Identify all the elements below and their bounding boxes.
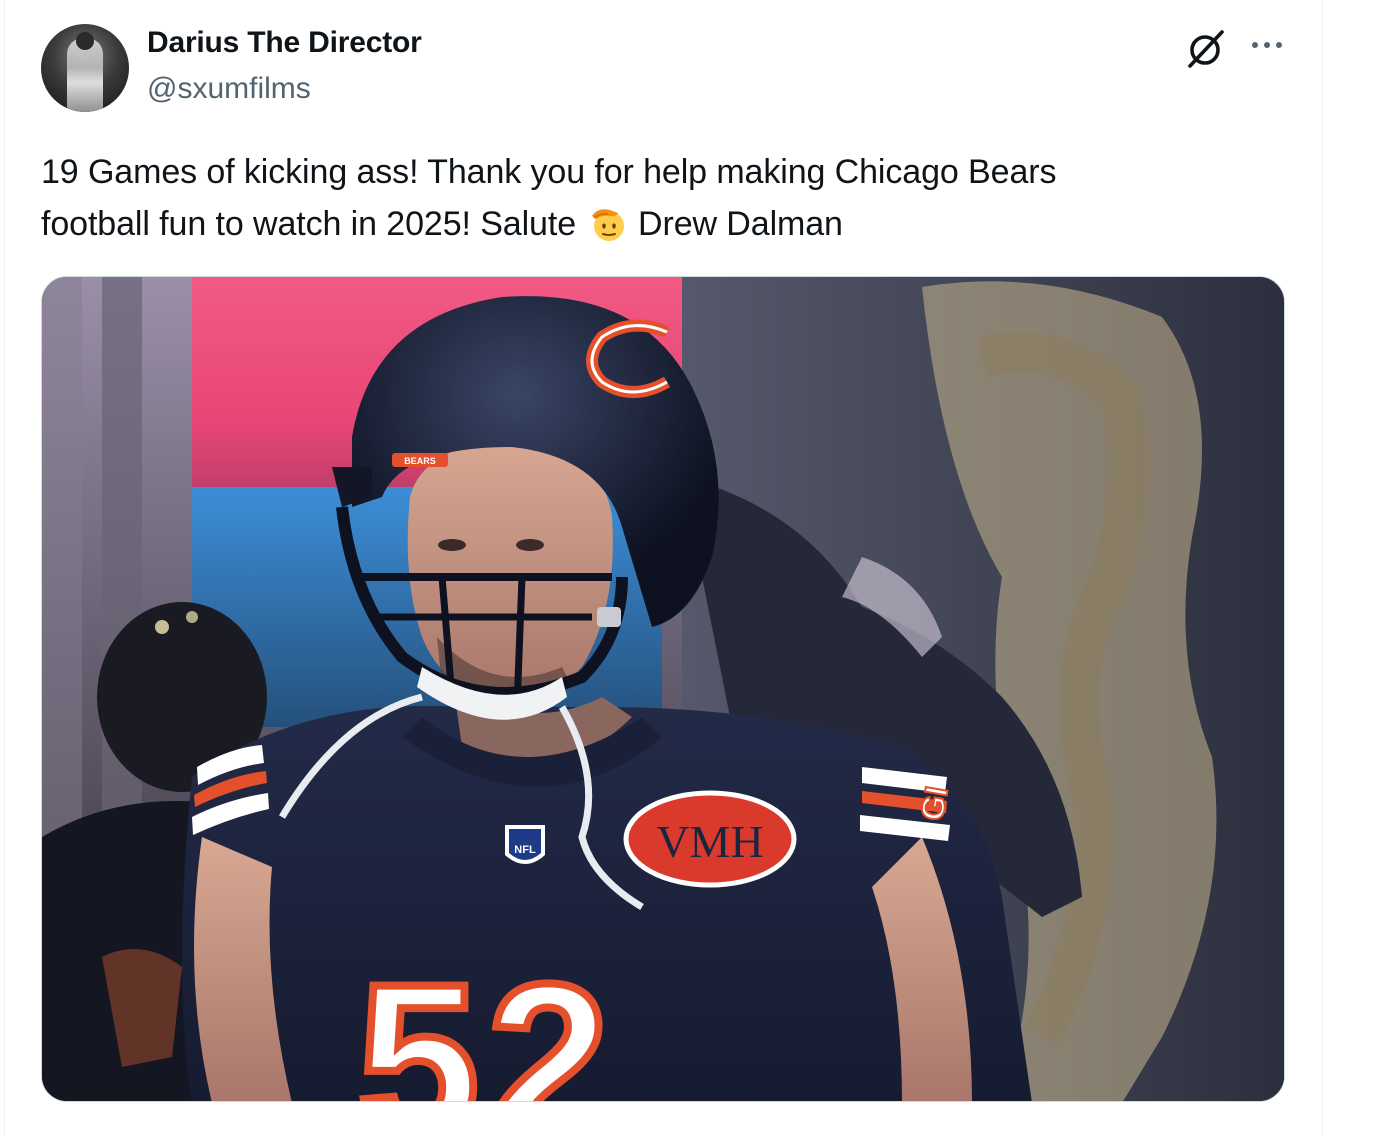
tweet-photo[interactable]: GI NFL VMH 52 BEARS [41, 276, 1285, 1102]
helmet-logo-text: BEARS [404, 456, 436, 466]
timeline-right-border [1322, 0, 1323, 1136]
tweet-text-segment-name: Drew Dalman [638, 205, 843, 243]
photo-drew-dalman: GI NFL VMH 52 BEARS [42, 277, 1284, 1102]
vmh-patch-text: VMH [656, 816, 763, 867]
tweet-text-line-2: football fun to watch in 2025! Salute Dr… [41, 198, 1291, 250]
sleeve-number: GI [913, 784, 954, 824]
grok-icon[interactable] [1185, 28, 1227, 70]
display-name[interactable]: Darius The Director [147, 26, 422, 60]
tweet-text-segment: football fun to watch in 2025! Salute [41, 205, 577, 243]
user-handle[interactable]: @sxumfilms [147, 72, 311, 106]
tweet-text: 19 Games of kicking ass! Thank you for h… [41, 146, 1291, 250]
tweet-text-line-1: 19 Games of kicking ass! Thank you for h… [41, 153, 1057, 191]
more-icon[interactable] [1245, 32, 1289, 58]
nfl-shield: NFL [505, 825, 545, 864]
jersey-number: 52 [357, 938, 618, 1102]
nfl-shield-text: NFL [514, 844, 536, 856]
tweet-page: Darius The Director @sxumfilms 19 Games … [0, 0, 1376, 1136]
vmh-patch: VMH [623, 790, 797, 888]
avatar-head [76, 32, 94, 50]
avatar[interactable] [41, 24, 129, 112]
timeline-left-border [4, 0, 5, 1136]
saluting-face-emoji [592, 209, 625, 241]
tweet-header: Darius The Director @sxumfilms [41, 22, 1301, 114]
